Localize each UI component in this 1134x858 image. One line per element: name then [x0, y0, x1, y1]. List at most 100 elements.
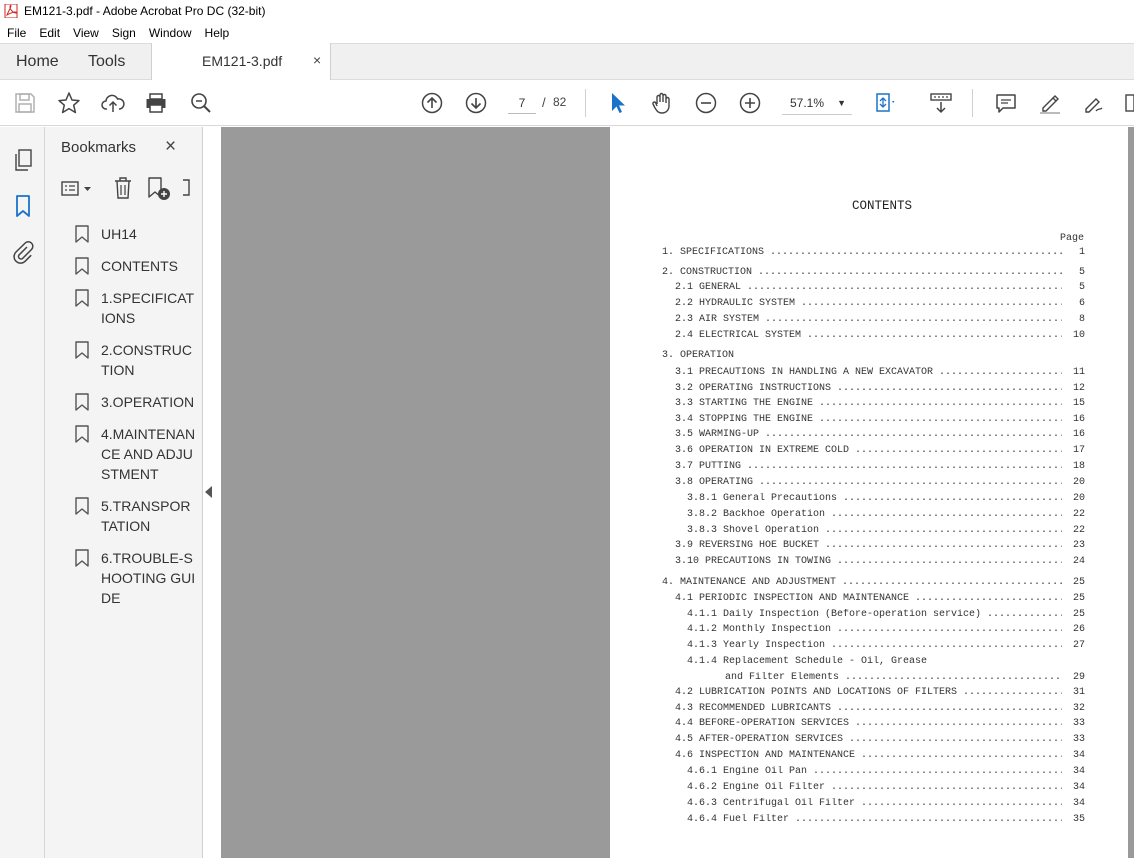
toc-entry-page: 25: [1072, 577, 1085, 588]
bookmark-label: UH14: [101, 226, 137, 242]
bookmark-icon: [75, 225, 89, 243]
close-tab-icon[interactable]: ×: [313, 52, 321, 68]
next-page-icon[interactable]: [464, 91, 488, 115]
bookmark-icon: [75, 257, 89, 275]
toc-entry-text: 4.1.4 Replacement Schedule - Oil, Grease: [687, 656, 928, 667]
zoom-out-icon[interactable]: [694, 91, 718, 115]
bookmark-label: 2.CONSTRUCTION: [101, 342, 193, 378]
highlight-pen-icon[interactable]: [1038, 91, 1062, 115]
toc-entry: 3.9 REVERSING HOE BUCKET ...............…: [610, 540, 1130, 554]
toc-entry-page: 26: [1072, 624, 1085, 635]
bookmark-item[interactable]: 2.CONSTRUCTION: [75, 340, 200, 380]
menu-bar: File Edit View Sign Window Help: [0, 22, 1134, 43]
toc-entry-text: 4.6.2 Engine Oil Filter ................…: [687, 782, 1062, 793]
bookmark-item[interactable]: 3.OPERATION: [75, 392, 200, 412]
star-icon[interactable]: [57, 91, 81, 115]
previous-page-icon[interactable]: [420, 91, 444, 115]
toc-entry-text: 3.5 WARMING-UP .........................…: [675, 429, 1062, 440]
attachment-icon[interactable]: [11, 240, 35, 264]
toc-entry-page: 15: [1072, 398, 1085, 409]
tab-home[interactable]: Home: [16, 53, 59, 71]
delete-bookmark-icon[interactable]: [112, 176, 134, 200]
bookmark-item[interactable]: CONTENTS: [75, 256, 200, 276]
menu-edit[interactable]: Edit: [32, 26, 66, 40]
bookmark-icon: [75, 393, 89, 411]
fit-page-icon[interactable]: [873, 91, 897, 115]
bookmark-item[interactable]: UH14: [75, 224, 200, 244]
toc-entry-page: 20: [1072, 477, 1085, 488]
toc-entry: and Filter Elements ....................…: [610, 672, 1130, 686]
bookmark-item[interactable]: 1.SPECIFICATIONS: [75, 288, 200, 328]
page-column-header: Page: [1060, 233, 1085, 244]
toc-entry-text: 3.10 PRECAUTIONS IN TOWING .............…: [675, 556, 1062, 567]
toc-entry: 3.8.1 General Precautions ..............…: [610, 493, 1130, 507]
toc-entry-text: 2.4 ELECTRICAL SYSTEM ..................…: [675, 330, 1062, 341]
toc-entry-text: 3.3 STARTING THE ENGINE ................…: [675, 398, 1062, 409]
toc-entry: 4.2 LUBRICATION POINTS AND LOCATIONS OF …: [610, 687, 1130, 701]
toc-entry: 3.2 OPERATING INSTRUCTIONS .............…: [610, 383, 1130, 397]
window-title: EM121-3.pdf - Adobe Acrobat Pro DC (32-b…: [24, 4, 266, 18]
more-tools-icon[interactable]: [1124, 91, 1134, 115]
toc-entry: 4.1.4 Replacement Schedule - Oil, Grease: [610, 656, 1130, 670]
options-menu-icon[interactable]: [60, 178, 94, 200]
expand-bookmark-icon[interactable]: [182, 176, 190, 202]
toc-entry-page: 34: [1072, 798, 1085, 809]
bookmark-label: CONTENTS: [101, 258, 178, 274]
menu-view[interactable]: View: [66, 26, 105, 40]
toc-entry-text: 3.8.2 Backhoe Operation ................…: [687, 509, 1062, 520]
select-cursor-icon[interactable]: [606, 91, 630, 115]
toc-entry: 2.4 ELECTRICAL SYSTEM ..................…: [610, 330, 1130, 344]
menu-file[interactable]: File: [0, 26, 32, 40]
toc-entry-text: 3.9 REVERSING HOE BUCKET ...............…: [675, 540, 1062, 551]
bookmark-icon: [75, 497, 89, 515]
scroll-mode-icon[interactable]: [929, 91, 953, 115]
toc-entry-page: 18: [1072, 461, 1085, 472]
close-panel-icon[interactable]: ×: [165, 136, 176, 158]
toc-entry-page: 29: [1072, 672, 1085, 683]
toc-entry: 4.6.1 Engine Oil Pan ...................…: [610, 766, 1130, 780]
acrobat-icon: [4, 4, 18, 18]
menu-help[interactable]: Help: [198, 26, 236, 40]
bookmark-panel-icon[interactable]: [11, 194, 35, 218]
toc-entry-page: 1: [1078, 247, 1085, 258]
collapse-panel-icon[interactable]: [205, 486, 212, 498]
toc-entry: 4.6 INSPECTION AND MAINTENANCE .........…: [610, 750, 1130, 764]
toolbar-divider: [585, 89, 586, 117]
toc-entry-text: 4.1.2 Monthly Inspection ...............…: [687, 624, 1062, 635]
menu-sign[interactable]: Sign: [105, 26, 142, 40]
toc-entry-text: 3.4 STOPPING THE ENGINE ................…: [675, 414, 1062, 425]
toc-entry-text: 3.7 PUTTING ............................…: [675, 461, 1062, 472]
toc-entry: 2.2 HYDRAULIC SYSTEM ...................…: [610, 298, 1130, 312]
comment-icon[interactable]: [994, 91, 1018, 115]
bookmark-item[interactable]: 6.TROUBLE-SHOOTING GUIDE: [75, 548, 200, 608]
toc-entry-page: 35: [1072, 814, 1085, 825]
bookmark-item[interactable]: 5.TRANSPORTATION: [75, 496, 200, 536]
contents-heading: CONTENTS: [852, 199, 913, 213]
toc-entry-text: 3. OPERATION: [662, 350, 735, 361]
print-icon[interactable]: [144, 91, 168, 115]
toc-entry-text: 2. CONSTRUCTION ........................…: [662, 267, 1062, 278]
page-thumbnails-icon[interactable]: [11, 148, 35, 172]
toc-entry-page: 22: [1072, 525, 1085, 536]
toc-entry-text: 4.2 LUBRICATION POINTS AND LOCATIONS OF …: [675, 687, 1062, 698]
hand-tool-icon[interactable]: [650, 91, 674, 115]
bookmark-item[interactable]: 4.MAINTENANCE AND ADJUSTMENT: [75, 424, 200, 484]
menu-window[interactable]: Window: [142, 26, 198, 40]
upload-cloud-icon[interactable]: [101, 91, 125, 115]
toc-entry: 2.1 GENERAL ............................…: [610, 282, 1130, 296]
document-viewport[interactable]: CONTENTS Page 1. SPECIFICATIONS ........…: [221, 127, 1134, 858]
toc-entry-page: 23: [1072, 540, 1085, 551]
zoom-dropdown[interactable]: 57.1% ▼: [782, 93, 852, 115]
new-bookmark-icon[interactable]: [146, 176, 172, 202]
save-icon[interactable]: [13, 91, 37, 115]
toc-entry: 3.8 OPERATING ..........................…: [610, 477, 1130, 491]
zoom-search-icon[interactable]: [189, 91, 213, 115]
sign-pen-icon[interactable]: [1082, 91, 1106, 115]
page-number-input[interactable]: [508, 92, 536, 114]
zoom-in-icon[interactable]: [738, 91, 762, 115]
toc-entry: 2.3 AIR SYSTEM .........................…: [610, 314, 1130, 328]
tab-tools[interactable]: Tools: [88, 53, 125, 71]
tab-document[interactable]: EM121-3.pdf ×: [151, 43, 331, 80]
toc-entry-text: 2.1 GENERAL ............................…: [675, 282, 1062, 293]
toc-entry-text: 1. SPECIFICATIONS ......................…: [662, 247, 1062, 258]
